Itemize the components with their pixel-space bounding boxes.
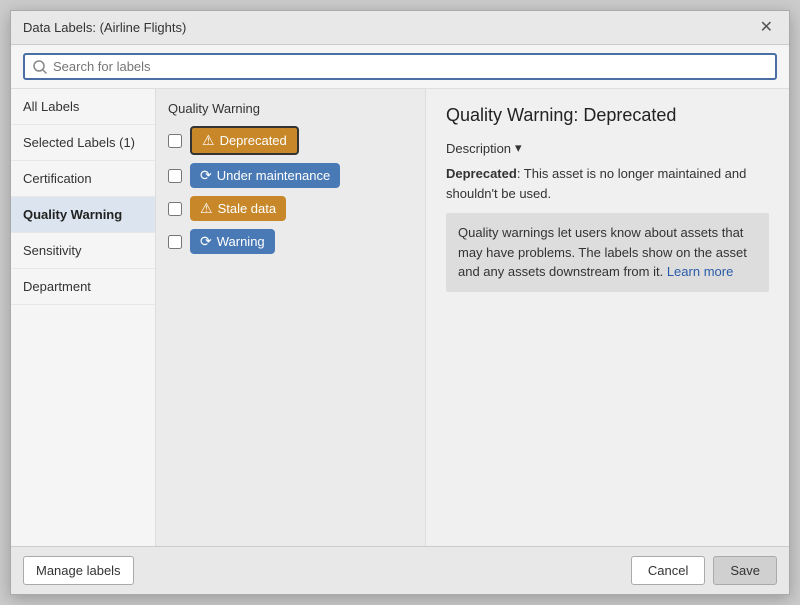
info-box: Quality warnings let users know about as… — [446, 213, 769, 292]
description-bold: Deprecated — [446, 166, 517, 181]
warning-icon: ⟳ — [200, 233, 212, 250]
deprecated-checkbox[interactable] — [168, 134, 182, 148]
description-toggle[interactable]: Description ▾ — [446, 140, 769, 156]
stale-label-text: Stale data — [218, 201, 277, 216]
dialog-header: Data Labels: (Airline Flights) ✕ — [11, 11, 789, 45]
search-input-wrapper — [23, 53, 777, 80]
dialog: Data Labels: (Airline Flights) ✕ All Lab… — [10, 10, 790, 595]
dialog-footer: Manage labels Cancel Save — [11, 546, 789, 594]
deprecated-label[interactable]: ⚠ Deprecated — [190, 126, 299, 155]
maintenance-checkbox[interactable] — [168, 169, 182, 183]
deprecated-icon: ⚠ — [202, 132, 215, 149]
close-button[interactable]: ✕ — [756, 18, 777, 38]
sidebar-item-sensitivity[interactable]: Sensitivity — [11, 233, 155, 269]
main-content: All Labels Selected Labels (1) Certifica… — [11, 89, 789, 546]
deprecated-label-text: Deprecated — [220, 133, 287, 148]
dialog-title: Data Labels: (Airline Flights) — [23, 20, 186, 35]
search-icon — [33, 60, 47, 74]
save-button[interactable]: Save — [713, 556, 777, 585]
list-item: ⟳ Under maintenance — [168, 163, 413, 188]
maintenance-icon: ⟳ — [200, 167, 212, 184]
detail-panel: Quality Warning: Deprecated Description … — [426, 89, 789, 546]
chevron-down-icon: ▾ — [515, 140, 522, 156]
sidebar: All Labels Selected Labels (1) Certifica… — [11, 89, 156, 546]
warning-label-text: Warning — [217, 234, 265, 249]
stale-label[interactable]: ⚠ Stale data — [190, 196, 286, 221]
sidebar-item-all-labels[interactable]: All Labels — [11, 89, 155, 125]
search-input[interactable] — [53, 59, 767, 74]
maintenance-label[interactable]: ⟳ Under maintenance — [190, 163, 340, 188]
search-bar — [11, 45, 789, 89]
list-item: ⟳ Warning — [168, 229, 413, 254]
warning-checkbox[interactable] — [168, 235, 182, 249]
list-item: ⚠ Stale data — [168, 196, 413, 221]
maintenance-label-text: Under maintenance — [217, 168, 330, 183]
warning-label[interactable]: ⟳ Warning — [190, 229, 275, 254]
sidebar-item-selected-labels[interactable]: Selected Labels (1) — [11, 125, 155, 161]
stale-icon: ⚠ — [200, 200, 213, 217]
labels-panel: Quality Warning ⚠ Deprecated ⟳ Under mai… — [156, 89, 426, 546]
footer-actions: Cancel Save — [631, 556, 777, 585]
detail-title: Quality Warning: Deprecated — [446, 105, 769, 126]
stale-checkbox[interactable] — [168, 202, 182, 216]
cancel-button[interactable]: Cancel — [631, 556, 705, 585]
sidebar-item-certification[interactable]: Certification — [11, 161, 155, 197]
sidebar-item-quality-warning[interactable]: Quality Warning — [11, 197, 155, 233]
description-content: Deprecated: This asset is no longer main… — [446, 164, 769, 203]
list-item: ⚠ Deprecated — [168, 126, 413, 155]
sidebar-item-department[interactable]: Department — [11, 269, 155, 305]
manage-labels-button[interactable]: Manage labels — [23, 556, 134, 585]
labels-panel-title: Quality Warning — [168, 101, 413, 116]
description-label: Description — [446, 141, 511, 156]
learn-more-link[interactable]: Learn more — [667, 264, 733, 279]
